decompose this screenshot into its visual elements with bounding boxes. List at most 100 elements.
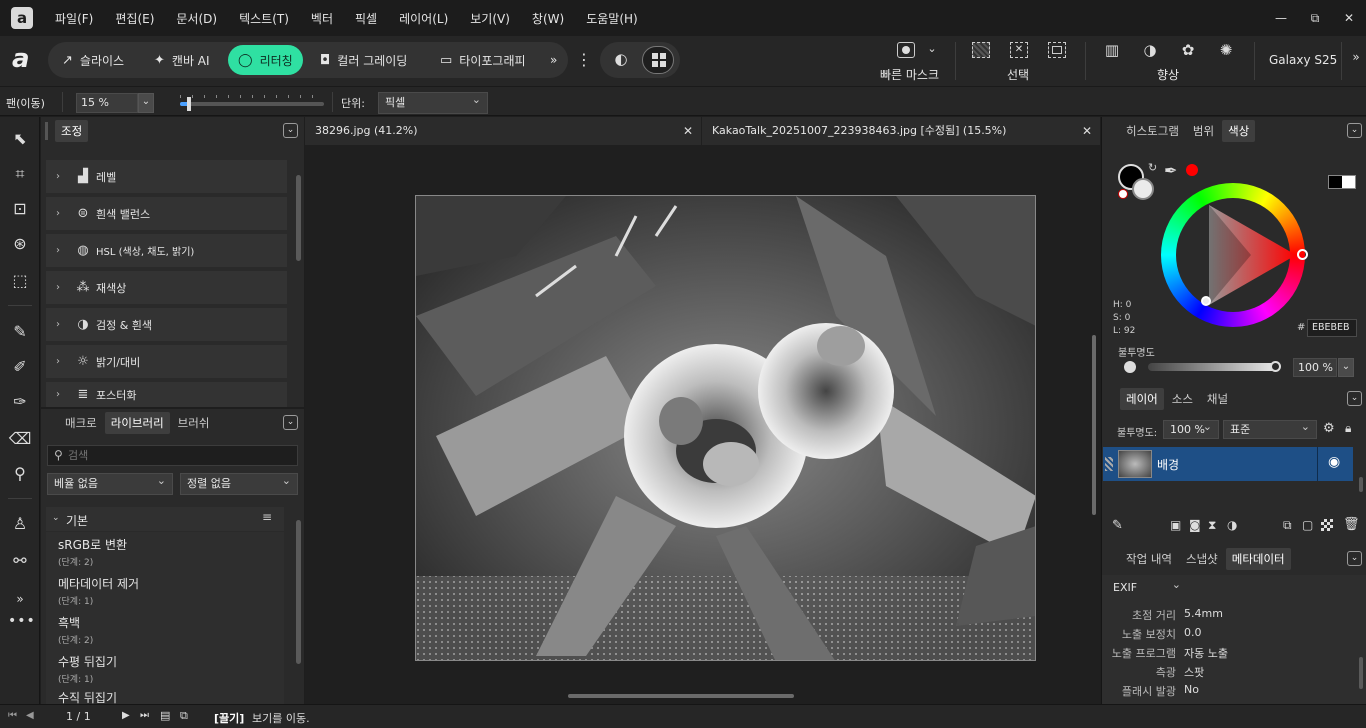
persona-color-grading[interactable]: ◘ 컬러 그레이딩	[310, 45, 417, 75]
brush-tool-icon[interactable]: ✎	[8, 320, 32, 344]
collapse-icon[interactable]: ⌄	[283, 123, 298, 138]
canvas-v-scrollbar[interactable]	[1092, 335, 1096, 515]
menu-vector[interactable]: 벡터	[311, 10, 333, 27]
restore-button[interactable]: ⧉	[1298, 0, 1332, 36]
adjustment-brightness-contrast[interactable]: › ☼ 밝기/대비	[46, 345, 287, 378]
tab-histogram[interactable]: 히스토그램	[1120, 120, 1185, 142]
layer-opacity-select[interactable]: 100 %	[1163, 418, 1219, 439]
macro-item[interactable]: 흑백 (단계: 2)	[46, 610, 284, 649]
layers-scrollbar[interactable]	[1359, 477, 1363, 492]
secondary-color-swatch[interactable]	[1132, 178, 1154, 200]
satellite-icon[interactable]: ✺	[1216, 41, 1236, 59]
tab-history[interactable]: 작업 내역	[1120, 548, 1178, 570]
tab-layers[interactable]: 레이어	[1120, 388, 1164, 410]
hourglass-icon[interactable]: ⧗	[1208, 518, 1216, 533]
menu-pixel[interactable]: 픽셀	[355, 10, 377, 27]
app-logo[interactable]: a	[11, 7, 33, 29]
levels-icon[interactable]: ◑	[1140, 41, 1160, 59]
menu-text[interactable]: 텍스트(T)	[239, 10, 289, 27]
bw-swatch[interactable]	[1328, 175, 1356, 189]
opacity-input[interactable]: 100 %	[1293, 358, 1337, 377]
tab-adjustments[interactable]: 조정	[55, 120, 89, 142]
gear-icon[interactable]: ⚙	[1323, 421, 1335, 436]
color-wheel[interactable]	[1161, 183, 1308, 327]
patch-tool-icon[interactable]: ⚯	[8, 549, 32, 573]
blend-mode-select[interactable]: 표준	[1223, 418, 1317, 439]
macro-item[interactable]: 메타데이터 제거 (단계: 1)	[46, 571, 284, 610]
assistant-icon[interactable]: ◐	[610, 50, 632, 68]
metadata-scrollbar[interactable]	[1359, 657, 1363, 689]
persona-slice[interactable]: ↗ 슬라이스	[52, 45, 134, 75]
tab-metadata[interactable]: 메타데이터	[1225, 548, 1291, 570]
zoom-input[interactable]: 15 %	[76, 93, 138, 113]
collapse-icon[interactable]: ⌄	[283, 415, 298, 430]
menu-window[interactable]: 창(W)	[532, 10, 564, 27]
tab-sources[interactable]: 소스	[1166, 388, 1199, 410]
unit-select[interactable]: 픽셀	[378, 90, 488, 114]
ellipsis-icon[interactable]: •••	[8, 609, 35, 633]
dodge-tool-icon[interactable]: ⚲	[8, 462, 32, 486]
quick-mask-icon[interactable]	[897, 42, 915, 58]
deselect-icon[interactable]: ✕	[1010, 42, 1028, 58]
page-list-icon[interactable]: ▤	[160, 709, 170, 722]
color-balance-icon[interactable]: ✿	[1178, 41, 1198, 59]
eye-icon[interactable]: ◉	[1328, 454, 1340, 470]
adjustment-black-white[interactable]: › ◑ 검정 & 흰색	[46, 308, 287, 341]
persona-retouch[interactable]: ◯ 리터칭	[228, 45, 303, 75]
hue-handle[interactable]	[1297, 249, 1308, 260]
zoom-dropdown-button[interactable]: ⌄	[138, 93, 154, 113]
library-search[interactable]: ⚲	[47, 445, 298, 466]
checker-icon[interactable]	[1321, 519, 1333, 531]
tab-snapshot[interactable]: 스냅샷	[1180, 548, 1224, 570]
tab-library[interactable]: 라이브러리	[104, 412, 170, 434]
document-image[interactable]	[415, 195, 1036, 661]
macro-item[interactable]: 수직 뒤집기	[46, 688, 284, 704]
selection-tool-icon[interactable]: ⬚	[8, 269, 32, 293]
opacity-dropdown[interactable]: ⌄	[1338, 358, 1354, 377]
zoom-slider[interactable]	[180, 97, 324, 111]
document-tab-active[interactable]: KakaoTalk_20251007_223938463.jpg [수정됨] (…	[702, 117, 1100, 145]
clone-tool-icon[interactable]: ♙	[8, 512, 32, 536]
more-tools-icon[interactable]: »	[8, 587, 32, 611]
tab-range[interactable]: 범위	[1187, 120, 1220, 142]
color-handle[interactable]	[1201, 296, 1211, 306]
swap-colors-icon[interactable]: ↻	[1148, 161, 1157, 174]
persona-more[interactable]: »	[544, 45, 563, 75]
select-all-icon[interactable]	[972, 42, 990, 58]
prev-page-icon[interactable]: ◀	[26, 710, 34, 721]
document-tab[interactable]: 38296.jpg (41.2%) ✕	[305, 117, 701, 145]
expand-toolbar-icon[interactable]: »	[1350, 50, 1362, 64]
zoom-slider-handle[interactable]	[186, 97, 191, 111]
menu-document[interactable]: 문서(D)	[176, 10, 217, 27]
edit-layer-icon[interactable]: ✎	[1112, 518, 1123, 533]
color-picker-tool-icon[interactable]: ⊛	[8, 232, 32, 256]
adjustment-icon[interactable]: ◑	[1227, 518, 1237, 532]
macro-group-header[interactable]: ⌄ 기본 ≡	[46, 507, 284, 531]
menu-icon[interactable]: ≡	[262, 510, 272, 524]
hex-input[interactable]: EBEBEB	[1307, 319, 1357, 337]
canvas-h-scrollbar[interactable]	[568, 694, 794, 698]
pages-icon[interactable]: ⧉	[180, 709, 188, 723]
persona-typography[interactable]: ▭ 타이포그래피	[430, 45, 536, 75]
lock-icon[interactable]: 🔒︎	[1345, 421, 1351, 436]
library-scrollbar[interactable]	[296, 520, 301, 664]
close-button[interactable]: ✕	[1332, 0, 1366, 36]
persona-canva-ai[interactable]: ✦ 캔바 AI	[144, 45, 220, 75]
layer-item-background[interactable]: 배경 ◉	[1103, 447, 1353, 481]
collapse-icon[interactable]: ⌄	[1347, 123, 1362, 138]
adjustment-white-balance[interactable]: › ⊜ 흰색 밸런스	[46, 197, 287, 230]
search-input[interactable]	[68, 446, 293, 465]
healing-tool-icon[interactable]: ✐	[8, 355, 32, 379]
adjustment-posterize[interactable]: › ≣ 포스터화	[46, 382, 287, 407]
histogram-icon[interactable]: ▥	[1102, 41, 1122, 59]
menu-file[interactable]: 파일(F)	[55, 10, 93, 27]
grid-view-button[interactable]	[642, 46, 674, 74]
adjustment-recolor[interactable]: › ⁂ 재색상	[46, 271, 287, 304]
close-tab-icon[interactable]: ✕	[1082, 117, 1092, 145]
folder-icon[interactable]: ▢	[1302, 518, 1313, 532]
close-tab-icon[interactable]: ✕	[683, 117, 693, 145]
adjustment-levels[interactable]: › ▟ 레벨	[46, 160, 287, 193]
collapse-icon[interactable]: ⌄	[1347, 551, 1362, 566]
no-color-icon[interactable]	[1118, 189, 1128, 199]
menu-view[interactable]: 보기(V)	[470, 10, 510, 27]
